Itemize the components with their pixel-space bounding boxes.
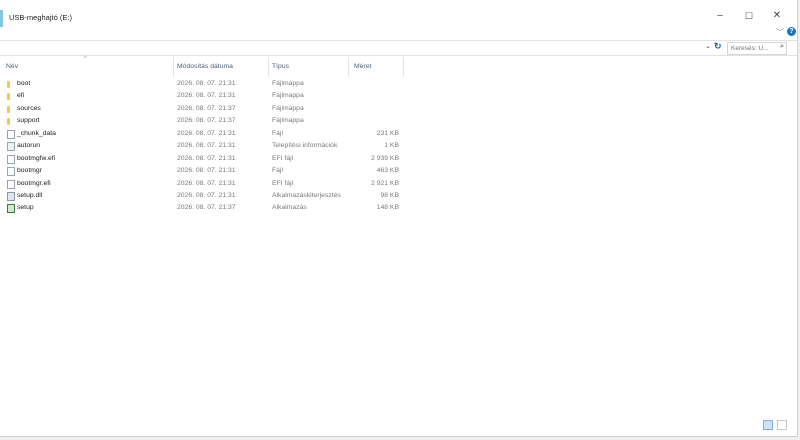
file-name: sources <box>17 104 41 112</box>
file-name: setup <box>17 204 34 212</box>
file-date: 2026. 08. 07. 21:37 <box>177 104 236 112</box>
column-divider[interactable] <box>268 57 269 77</box>
file-type: Telepítési információk <box>272 142 338 150</box>
expand-ribbon-icon[interactable]: ﹀ <box>776 27 784 38</box>
window-title: USB-meghajtó (E:) <box>9 13 72 22</box>
table-row[interactable]: bootmgr.efi 2026. 08. 07. 21:31 EFI fájl 2 … <box>0 179 797 191</box>
file-icon <box>7 154 15 164</box>
file-type: Fájl <box>272 167 283 175</box>
file-size: 2 939 KB <box>371 154 399 162</box>
folder-icon <box>7 93 10 101</box>
address-bar[interactable]: ⌄ ↻ ⌕ <box>0 40 797 56</box>
column-header-type[interactable]: Típus <box>272 63 289 70</box>
help-icon[interactable]: ? <box>787 27 796 36</box>
file-type: Fájlmappa <box>272 104 304 112</box>
file-name: support <box>17 117 40 125</box>
file-date: 2026. 08. 07. 21:31 <box>177 167 236 175</box>
close-button[interactable]: ✕ <box>766 8 788 24</box>
file-type: EFI fájl <box>272 154 294 162</box>
title-bar: USB-meghajtó (E:) – ☐ ✕ ﹀ ? <box>0 0 797 38</box>
table-row[interactable]: setup.dll 2026. 08. 07. 21:31 Alkalmazáski… <box>0 191 797 203</box>
file-type: EFI fájl <box>272 179 294 187</box>
file-type: Fájlmappa <box>272 92 304 100</box>
table-row[interactable]: support 2026. 08. 07. 21:37 Fájlmappa <box>0 116 797 128</box>
file-size: 98 KB <box>380 191 399 199</box>
file-name: bootmgfw.efi <box>17 154 56 162</box>
file-icon <box>7 179 15 189</box>
folder-icon <box>7 105 10 113</box>
file-name: _chunk_data <box>17 129 56 137</box>
sort-arrow-icon: ^ <box>84 56 87 62</box>
file-type: Alkalmazáskiterjesztés <box>272 191 341 199</box>
table-row[interactable]: bootmgr 2026. 08. 07. 21:31 Fájl 463 KB <box>0 166 797 178</box>
file-name: bootmgr <box>17 167 42 175</box>
file-date: 2026. 08. 07. 21:31 <box>177 92 236 100</box>
file-name: autorun <box>17 142 41 150</box>
file-date: 2026. 08. 07. 21:37 <box>177 117 236 125</box>
details-view-icon[interactable] <box>763 420 773 430</box>
file-type: Fájlmappa <box>272 117 304 125</box>
column-header-name[interactable]: Név <box>6 63 18 70</box>
search-icon[interactable]: ⌕ <box>780 43 784 51</box>
column-header-row: ^ Név Módosítás dátuma Típus Méret <box>0 56 797 77</box>
column-header-size[interactable]: Méret <box>354 63 371 70</box>
file-size: 231 KB <box>376 129 399 137</box>
file-name: setup.dll <box>17 191 43 199</box>
folder-icon <box>7 118 10 126</box>
search-input[interactable] <box>728 43 777 54</box>
refresh-icon[interactable]: ↻ <box>714 41 722 52</box>
explorer-window: USB-meghajtó (E:) – ☐ ✕ ﹀ ? ⌄ ↻ ⌕ ^ Név … <box>0 0 798 437</box>
file-date: 2026. 08. 07. 21:31 <box>177 80 236 87</box>
table-row[interactable]: setup 2026. 08. 07. 21:37 Alkalmazás 148 KB <box>0 203 797 215</box>
file-size: 1 KB <box>384 142 399 150</box>
window-accent <box>0 10 3 27</box>
chevron-down-icon[interactable]: ⌄ <box>705 42 711 50</box>
file-date: 2026. 08. 07. 21:31 <box>177 191 236 199</box>
column-divider[interactable] <box>348 57 349 77</box>
file-size: 463 KB <box>376 167 399 175</box>
view-switcher <box>763 420 789 430</box>
file-date: 2026. 08. 07. 21:31 <box>177 154 236 162</box>
application-icon <box>7 204 15 214</box>
table-row[interactable]: _chunk_data 2026. 08. 07. 21:31 Fájl 231 KB <box>0 129 797 141</box>
file-date: 2026. 08. 07. 21:31 <box>177 142 236 150</box>
file-list: boot 2026. 08. 07. 21:31 Fájlmappa efi 2026.… <box>0 79 797 216</box>
table-row[interactable]: bootmgfw.efi 2026. 08. 07. 21:31 EFI fájl 2… <box>0 154 797 166</box>
maximize-button[interactable]: ☐ <box>738 8 760 24</box>
file-icon <box>7 167 15 177</box>
large-icons-view-icon[interactable] <box>776 420 787 430</box>
search-box[interactable]: ⌕ <box>727 42 787 55</box>
file-date: 2026. 08. 07. 21:31 <box>177 179 236 187</box>
file-date: 2026. 08. 07. 21:31 <box>177 129 236 137</box>
file-type: Alkalmazás <box>272 204 307 212</box>
file-name: boot <box>17 80 31 87</box>
table-row[interactable]: autorun 2026. 08. 07. 21:31 Telepítési inf… <box>0 141 797 153</box>
file-date: 2026. 08. 07. 21:37 <box>177 204 236 212</box>
file-icon <box>7 129 15 139</box>
column-divider[interactable] <box>173 57 174 77</box>
column-header-date[interactable]: Módosítás dátuma <box>177 63 233 70</box>
dll-icon <box>7 191 15 201</box>
minimize-button[interactable]: – <box>709 8 731 24</box>
file-type: Fájlmappa <box>272 80 304 87</box>
table-row[interactable]: efi 2026. 08. 07. 21:31 Fájlmappa <box>0 91 797 103</box>
setup-info-icon <box>7 142 15 152</box>
file-name: bootmgr.efi <box>17 179 51 187</box>
file-size: 148 KB <box>376 204 399 212</box>
file-name: efi <box>17 92 25 100</box>
file-size: 2 921 KB <box>371 179 399 187</box>
file-type: Fájl <box>272 129 283 137</box>
table-row[interactable]: sources 2026. 08. 07. 21:37 Fájlmappa <box>0 104 797 116</box>
folder-icon <box>7 81 10 88</box>
table-row[interactable]: boot 2026. 08. 07. 21:31 Fájlmappa <box>0 79 797 91</box>
column-divider[interactable] <box>403 57 404 77</box>
